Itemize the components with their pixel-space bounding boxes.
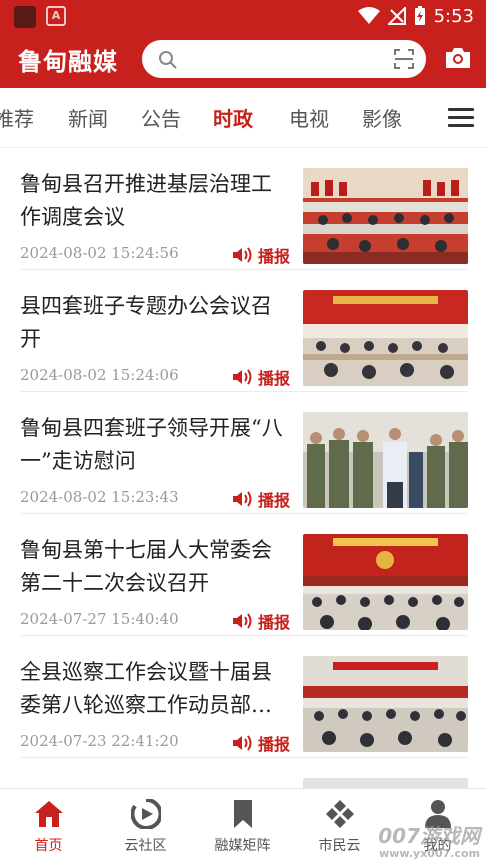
watermark-url: www.yx007.com xyxy=(379,847,480,860)
bottom-nav: 首页 云社区 融媒矩阵 市民云 我的 007游戏网 www.yx007.com xyxy=(0,788,486,864)
play-label: 播报 xyxy=(258,247,291,266)
play-label: 播报 xyxy=(258,613,291,632)
watermark-brand: 007游戏网 xyxy=(378,824,480,848)
app-header: 鲁甸融媒 xyxy=(0,32,486,88)
news-thumbnail[interactable] xyxy=(303,656,468,752)
wifi-icon xyxy=(357,7,380,24)
app-badge-icon: A xyxy=(46,6,66,26)
news-date: 2024-08-02 15:24:06 xyxy=(20,366,179,384)
news-item[interactable]: 鲁甸县四套班子领导开展“八一”走访慰问 2024-08-02 15:23:43 … xyxy=(0,392,486,514)
play-button[interactable]: 播报 xyxy=(232,487,290,511)
battery-charging-icon xyxy=(414,6,425,25)
news-item[interactable]: 县四套班子专题办公会议召开 2024-08-02 15:24:06 播报 xyxy=(0,270,486,392)
nav-citizen-cloud-label: 市民云 xyxy=(318,838,361,854)
nav-media-matrix-label: 融媒矩阵 xyxy=(214,838,271,854)
app-logo: 鲁甸融媒 xyxy=(18,48,118,76)
news-date: 2024-07-27 15:40:40 xyxy=(20,610,179,628)
nav-home-label: 首页 xyxy=(34,838,63,854)
scan-icon[interactable] xyxy=(394,49,414,69)
search-input[interactable] xyxy=(142,40,426,78)
no-signal-icon xyxy=(387,7,406,25)
news-title[interactable]: 鲁甸县召开推进基层治理工作调度会议 xyxy=(20,168,292,234)
news-list: 鲁甸县召开推进基层治理工作调度会议 2024-08-02 15:24:56 播报… xyxy=(0,148,486,788)
news-title[interactable]: 鲁甸县四套班子领导开展“八一”走访慰问 xyxy=(20,412,292,478)
speaker-icon xyxy=(233,613,252,629)
menu-icon[interactable] xyxy=(448,108,474,128)
tab-announcements[interactable]: 公告 xyxy=(141,103,181,132)
news-item[interactable]: 全县巡察工作会议暨十届县委第八轮巡察工作动员部… 2024-07-23 22:4… xyxy=(0,636,486,758)
news-thumbnail[interactable] xyxy=(303,778,468,788)
play-button[interactable]: 播报 xyxy=(232,365,290,389)
play-label: 播报 xyxy=(258,491,291,510)
play-button[interactable]: 播报 xyxy=(232,731,290,755)
camera-icon[interactable] xyxy=(444,46,472,70)
news-thumbnail[interactable] xyxy=(303,290,468,386)
search-icon xyxy=(159,51,177,69)
bookmark-icon xyxy=(233,800,252,828)
news-date: 2024-08-02 15:24:56 xyxy=(20,244,179,262)
news-date: 2024-08-02 15:23:43 xyxy=(20,488,179,506)
speaker-icon xyxy=(233,491,252,507)
speaker-icon xyxy=(233,735,252,751)
nav-community[interactable]: 云社区 xyxy=(97,799,194,855)
news-item[interactable]: 鲁甸县第十七届人大常委会第二十二次会议召开 2024-07-27 15:40:4… xyxy=(0,514,486,636)
tab-recommend[interactable]: 推荐 xyxy=(0,103,34,132)
nav-home[interactable]: 首页 xyxy=(0,799,97,855)
play-button[interactable]: 播报 xyxy=(232,609,290,633)
speaker-icon xyxy=(233,369,252,385)
diamonds-icon xyxy=(325,800,354,828)
nav-media-matrix[interactable]: 融媒矩阵 xyxy=(194,799,291,855)
status-bar: A 5:53 xyxy=(0,0,486,32)
play-label: 播报 xyxy=(258,369,291,388)
news-item-partial[interactable] xyxy=(0,758,486,788)
home-icon xyxy=(34,801,63,827)
news-title[interactable]: 鲁甸县第十七届人大常委会第二十二次会议召开 xyxy=(20,534,292,600)
watermark: 007游戏网 www.yx007.com xyxy=(378,820,480,860)
news-date: 2024-07-23 22:41:20 xyxy=(20,732,179,750)
news-thumbnail[interactable] xyxy=(303,412,468,508)
play-button[interactable]: 播报 xyxy=(232,243,290,267)
news-thumbnail[interactable] xyxy=(303,534,468,630)
play-label: 播报 xyxy=(258,735,291,754)
tab-news[interactable]: 新闻 xyxy=(68,103,108,132)
news-item[interactable]: 鲁甸县召开推进基层治理工作调度会议 2024-08-02 15:24:56 播报 xyxy=(0,148,486,270)
clock: 5:53 xyxy=(433,5,474,27)
tab-politics[interactable]: 时政 xyxy=(213,103,253,132)
news-thumbnail[interactable] xyxy=(303,168,468,264)
news-title[interactable]: 全县巡察工作会议暨十届县委第八轮巡察工作动员部… xyxy=(20,656,292,722)
speaker-icon xyxy=(233,247,252,263)
nav-community-label: 云社区 xyxy=(124,838,167,854)
play-circle-icon xyxy=(130,799,161,829)
tab-tv[interactable]: 电视 xyxy=(289,103,329,132)
app-notification-icon xyxy=(14,6,36,28)
category-tabs: 推荐 新闻 公告 时政 电视 影像 xyxy=(0,88,486,148)
tab-images[interactable]: 影像 xyxy=(362,103,402,132)
news-title[interactable]: 县四套班子专题办公会议召开 xyxy=(20,290,292,356)
nav-citizen-cloud[interactable]: 市民云 xyxy=(291,799,388,855)
